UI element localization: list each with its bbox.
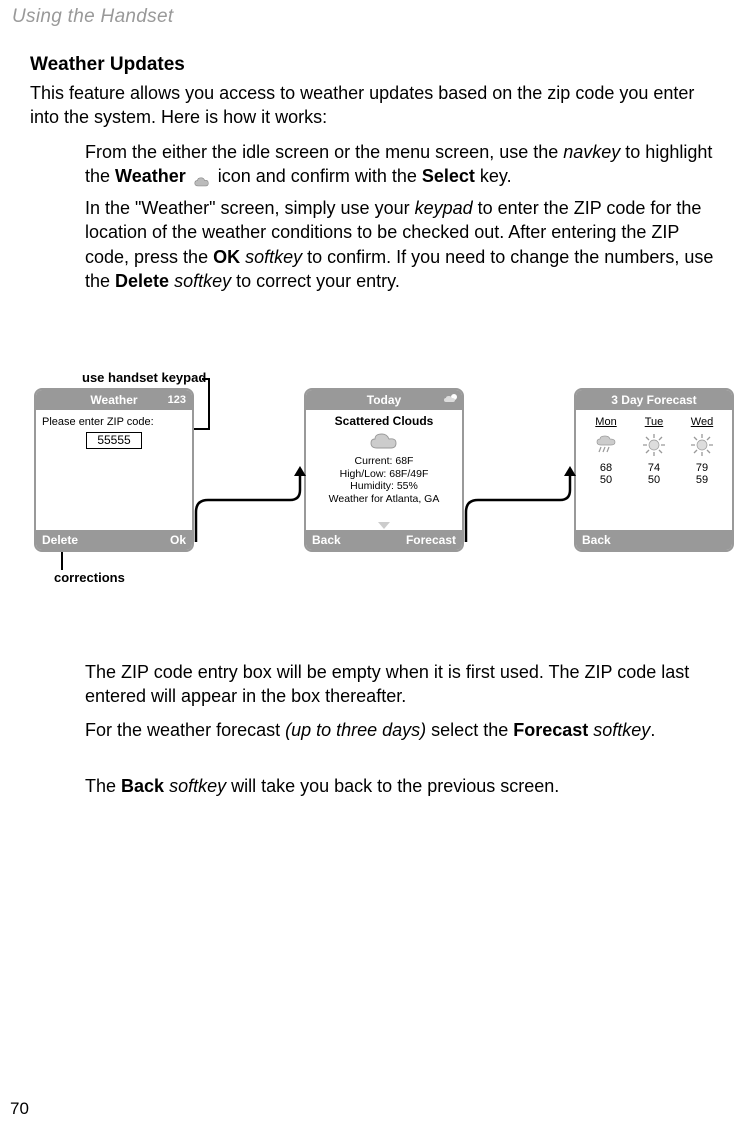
rain-icon (593, 432, 619, 458)
back-softkey[interactable]: Back (312, 530, 341, 550)
temps: 79 59 (681, 462, 723, 487)
text: From the either the idle screen or the m… (85, 142, 563, 162)
cloud-icon (368, 431, 400, 453)
forecast-day-mon: Mon 68 50 (585, 416, 627, 487)
navkey-term: navkey (563, 142, 620, 162)
forecast-softkey[interactable]: Forecast (406, 530, 456, 550)
forecast-term: Forecast (513, 720, 588, 740)
forecast-day-wed: Wed 79 59 (681, 416, 723, 487)
high: 79 (681, 462, 723, 475)
zip-input[interactable]: 55555 (86, 432, 142, 449)
sun-cloud-icon (443, 392, 459, 406)
input-mode-indicator: 123 (168, 390, 186, 410)
current-temp: Current: 68F (310, 455, 458, 468)
screen-body: Mon 68 50 Tue 74 50 (576, 410, 732, 530)
high: 68 (585, 462, 627, 475)
softkey-term: softkey (169, 776, 226, 796)
paragraph-2: In the "Weather" screen, simply use your… (85, 196, 718, 293)
delete-softkey[interactable]: Delete (42, 530, 78, 550)
location: Weather for Atlanta, GA (310, 493, 458, 506)
day-label: Wed (681, 416, 723, 430)
up-to-three-days: (up to three days) (285, 720, 426, 740)
page-number: 70 (10, 1099, 29, 1119)
text: For the weather forecast (85, 720, 285, 740)
paragraph-1: From the either the idle screen or the m… (85, 140, 718, 189)
forecast-row: Mon 68 50 Tue 74 50 (580, 414, 728, 487)
screen-footer: Back Forecast (306, 530, 462, 550)
screen-weather-zip: Weather 123 Please enter ZIP code: 55555… (34, 388, 194, 552)
high-low: High/Low: 68F/49F (310, 468, 458, 481)
day-label: Tue (633, 416, 675, 430)
low: 50 (585, 474, 627, 487)
weather-term: Weather (115, 166, 186, 186)
text: In the "Weather" screen, simply use your (85, 198, 415, 218)
screen-footer: Back (576, 530, 732, 550)
text: will take you back to the previous scree… (226, 776, 559, 796)
forecast-day-tue: Tue 74 50 (633, 416, 675, 487)
temps: 68 50 (585, 462, 627, 487)
screen-header: Weather 123 (36, 390, 192, 410)
ok-softkey[interactable]: Ok (170, 530, 186, 550)
softkey-term: softkey (245, 247, 302, 267)
paragraph-5: The Back softkey will take you back to t… (85, 774, 718, 798)
annotation-corrections: corrections (54, 570, 125, 585)
temps: 74 50 (633, 462, 675, 487)
paragraph-3: The ZIP code entry box will be empty whe… (85, 660, 718, 709)
back-softkey[interactable]: Back (582, 530, 611, 550)
screen-header: 3 Day Forecast (576, 390, 732, 410)
section-title: Weather Updates (30, 54, 185, 76)
weather-condition: Scattered Clouds (310, 414, 458, 429)
delete-term: Delete (115, 271, 169, 291)
text: The (85, 776, 121, 796)
callout-line (208, 378, 210, 430)
paragraph-4: For the weather forecast (up to three da… (85, 718, 718, 742)
softkey-term: softkey (593, 720, 650, 740)
day-label: Mon (585, 416, 627, 430)
screen-title: Today (367, 393, 401, 407)
screen-body: Please enter ZIP code: 55555 (36, 410, 192, 530)
screen-title: Weather (90, 393, 137, 407)
high: 74 (633, 462, 675, 475)
text: icon and confirm with the (213, 166, 422, 186)
keypad-term: keypad (415, 198, 473, 218)
page-header: Using the Handset (12, 6, 173, 28)
back-term: Back (121, 776, 164, 796)
ok-term: OK (213, 247, 240, 267)
annotation-keypad: use handset keypad (82, 370, 206, 385)
scroll-down-icon (378, 522, 390, 529)
text: . (650, 720, 655, 740)
humidity: Humidity: 55% (310, 480, 458, 493)
text: to correct your entry. (231, 271, 400, 291)
screen-title: 3 Day Forecast (611, 393, 696, 407)
screen-footer: Delete Ok (36, 530, 192, 550)
low: 50 (633, 474, 675, 487)
intro-paragraph: This feature allows you access to weathe… (30, 82, 718, 130)
text: key. (475, 166, 512, 186)
sun-icon (689, 432, 715, 458)
screen-forecast: 3 Day Forecast Mon 68 50 Tue (574, 388, 734, 552)
select-term: Select (422, 166, 475, 186)
sun-icon (641, 432, 667, 458)
zip-prompt: Please enter ZIP code: (40, 414, 188, 430)
weather-details: Current: 68F High/Low: 68F/49F Humidity:… (310, 455, 458, 505)
screen-today: Today Scattered Clouds Current: 68F High… (304, 388, 464, 552)
diagram: use handset keypad corrections Weather 1… (34, 384, 714, 612)
cloud-icon (193, 171, 211, 185)
text: select the (426, 720, 513, 740)
callout-line (202, 378, 210, 380)
low: 59 (681, 474, 723, 487)
screen-body: Scattered Clouds Current: 68F High/Low: … (306, 410, 462, 530)
softkey-term: softkey (174, 271, 231, 291)
screen-header: Today (306, 390, 462, 410)
callout-line (61, 552, 63, 570)
